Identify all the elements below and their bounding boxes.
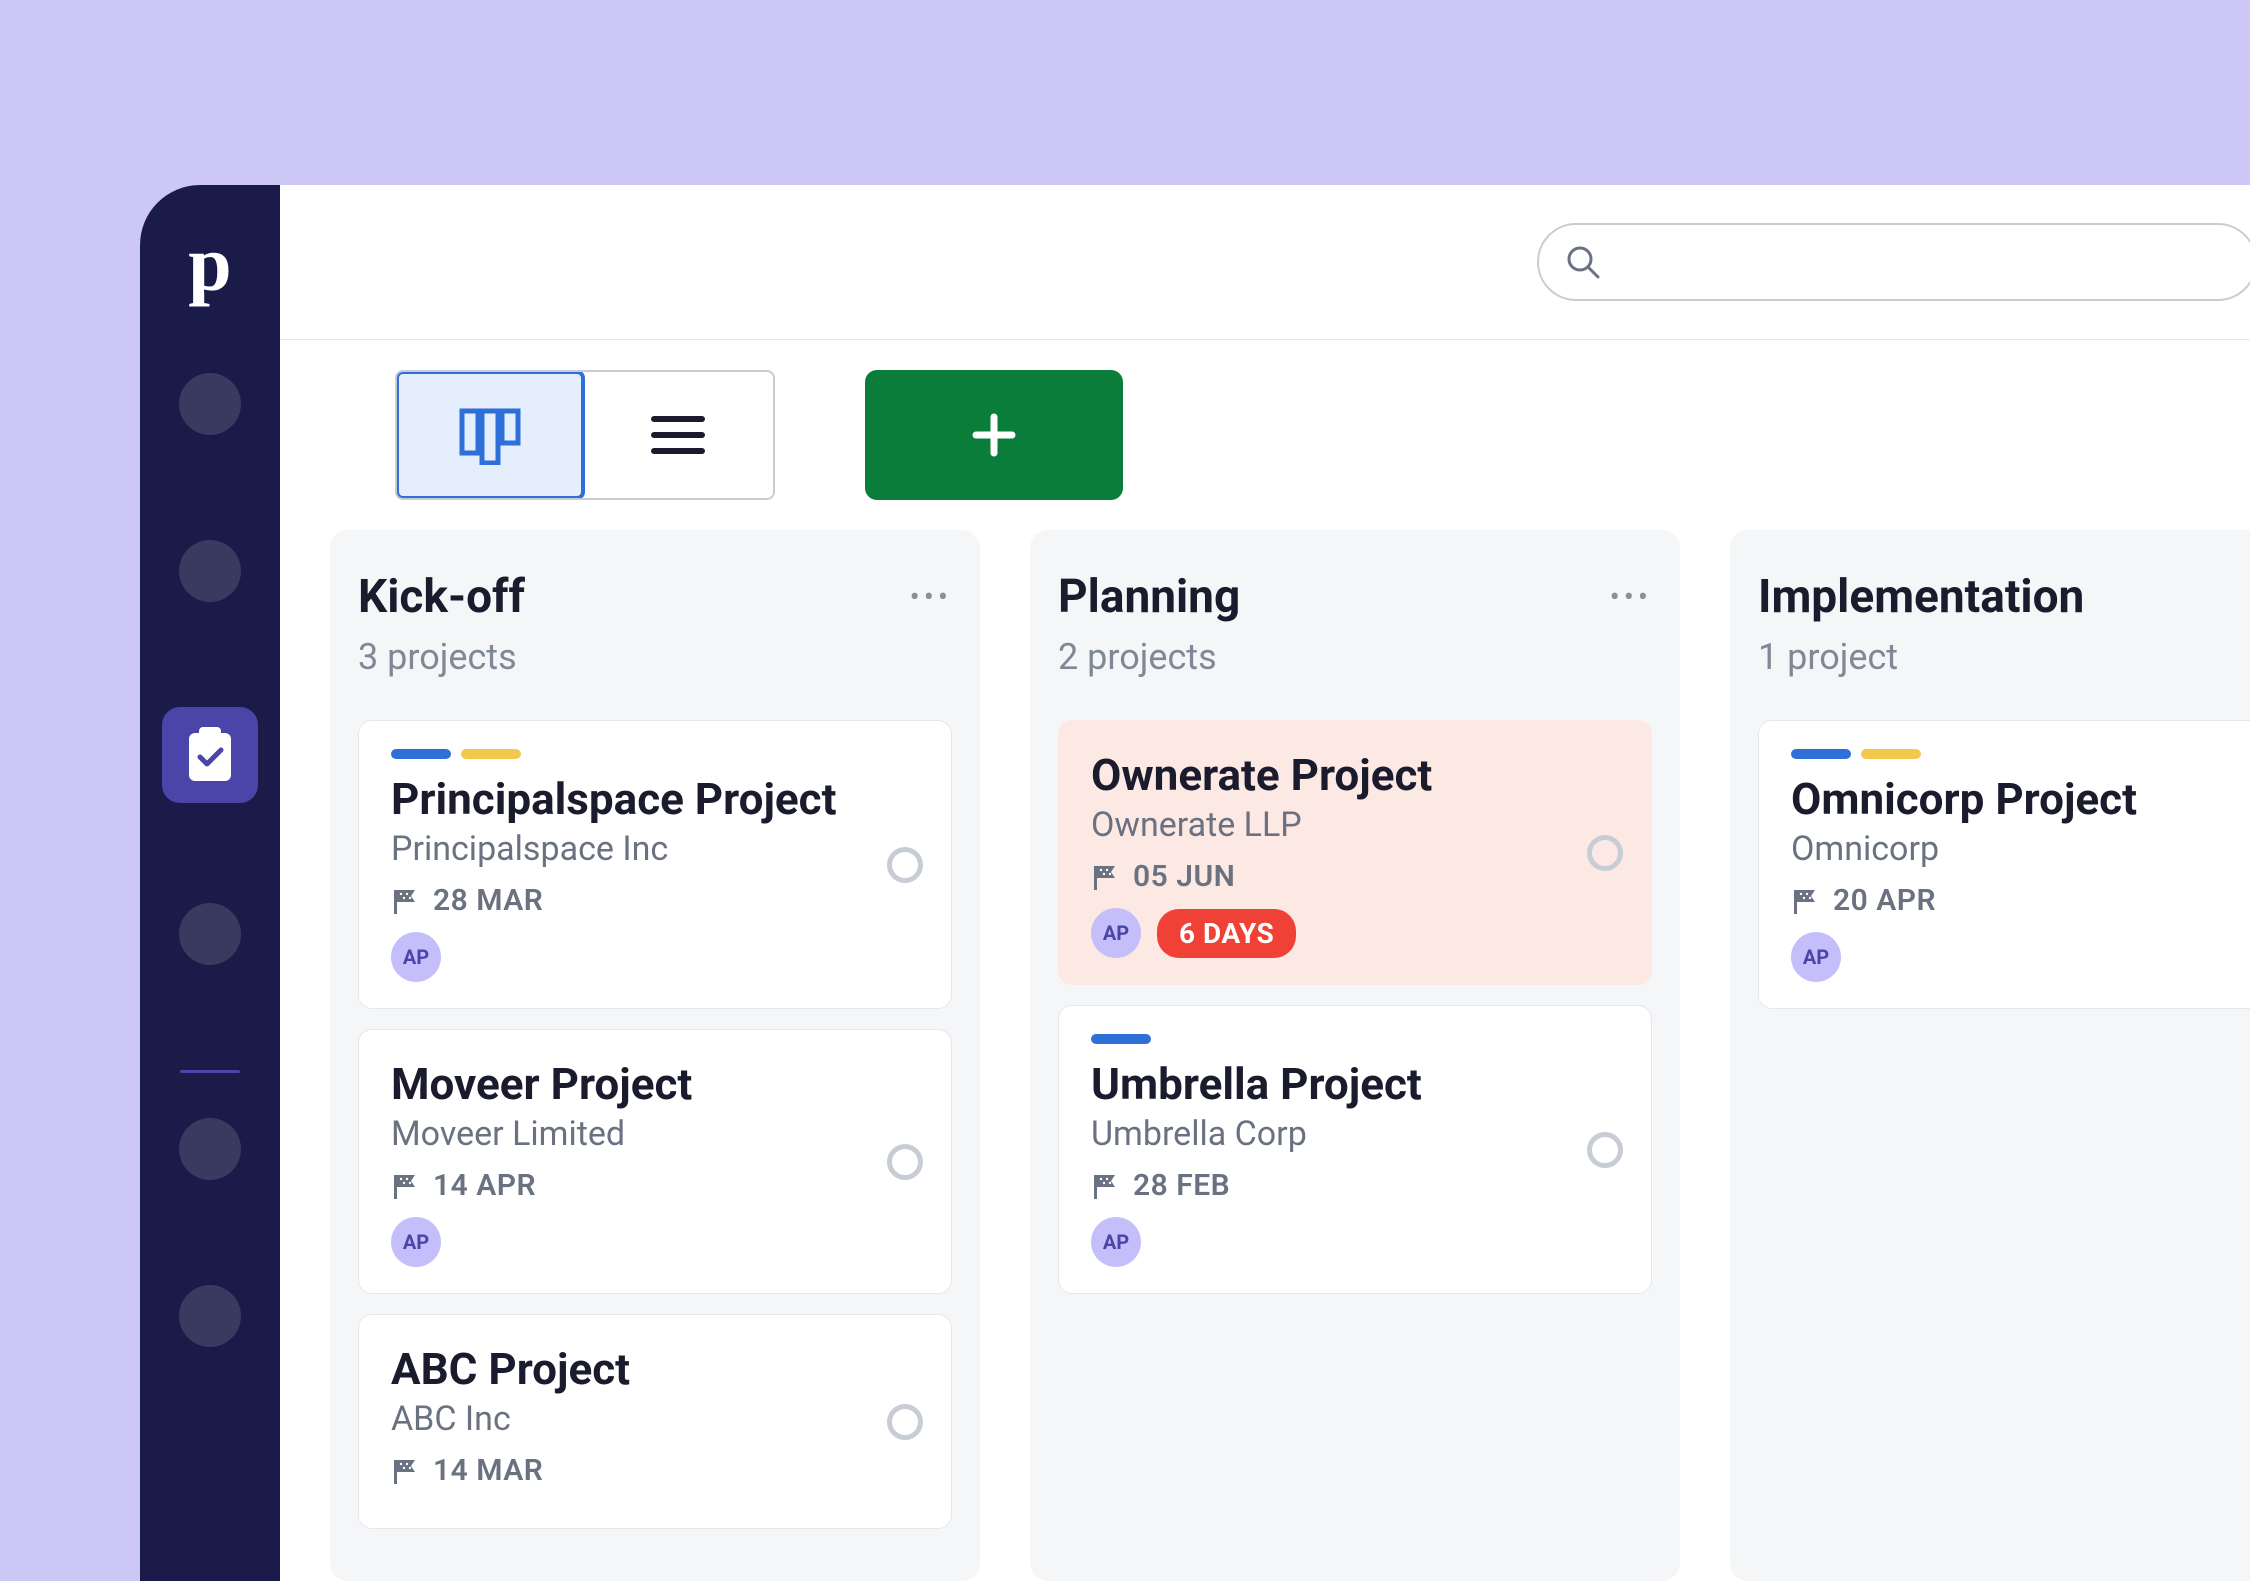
owner-avatar[interactable]: AP <box>1791 932 1841 982</box>
project-card[interactable]: Omnicorp ProjectOmnicorp 20 APR AP <box>1758 720 2250 1009</box>
column-subtitle: 1 project <box>1758 636 2250 678</box>
kanban-board: Kick-off ••• 3 projects Principalspace Proj… <box>280 530 2250 1581</box>
card-org: Omnicorp <box>1791 829 2250 869</box>
column-more-button[interactable]: ••• <box>910 570 952 615</box>
label-pip <box>1791 749 1851 759</box>
main-area: Kick-off ••• 3 projects Principalspace Proj… <box>280 185 2250 1581</box>
flag-icon <box>1791 887 1819 915</box>
overdue-badge: 6 DAYS <box>1157 909 1296 958</box>
status-toggle[interactable] <box>887 1144 923 1180</box>
card-date-row: 05 JUN <box>1091 859 1619 894</box>
owner-avatar[interactable]: AP <box>1091 1217 1141 1267</box>
label-pip <box>1091 1034 1151 1044</box>
card-owner-row: AP <box>1091 1217 1619 1267</box>
card-date-row: 14 APR <box>391 1168 919 1203</box>
project-card[interactable]: Moveer ProjectMoveer Limited 14 APR AP <box>358 1029 952 1294</box>
project-card[interactable]: Principalspace ProjectPrincipalspace Inc… <box>358 720 952 1009</box>
card-title: Omnicorp Project <box>1791 773 2250 825</box>
card-date-row: 20 APR <box>1791 883 2250 918</box>
card-title: ABC Project <box>391 1343 919 1395</box>
card-owner-row: AP <box>391 1217 919 1267</box>
card-date-row: 28 MAR <box>391 883 919 918</box>
card-org: ABC Inc <box>391 1399 919 1439</box>
sidebar-nav-item-4[interactable] <box>179 903 241 965</box>
app-logo[interactable]: p <box>188 225 231 303</box>
topbar <box>280 185 2250 340</box>
card-date: 05 JUN <box>1133 859 1235 894</box>
card-labels <box>391 749 919 759</box>
status-toggle[interactable] <box>887 1404 923 1440</box>
card-title: Ownerate Project <box>1091 749 1619 801</box>
column-subtitle: 2 projects <box>1058 636 1652 678</box>
board-icon <box>458 405 522 465</box>
project-card[interactable]: Ownerate ProjectOwnerate LLP 05 JUN AP 6 DA… <box>1058 720 1652 985</box>
flag-icon <box>391 1457 419 1485</box>
list-icon <box>650 411 706 459</box>
search-input[interactable] <box>1537 223 2250 301</box>
project-card[interactable]: ABC ProjectABC Inc 14 MAR <box>358 1314 952 1529</box>
flag-icon <box>1091 863 1119 891</box>
card-owner-row: AP <box>391 932 919 982</box>
sidebar-nav-projects[interactable] <box>162 707 258 803</box>
card-owner-row: AP 6 DAYS <box>1091 908 1619 958</box>
flag-icon <box>391 887 419 915</box>
board-column: Implementation 1 project Omnicorp ProjectO… <box>1730 530 2250 1581</box>
board-column: Kick-off ••• 3 projects Principalspace Proj… <box>330 530 980 1581</box>
project-card[interactable]: Umbrella ProjectUmbrella Corp 28 FEB AP <box>1058 1005 1652 1294</box>
card-org: Ownerate LLP <box>1091 805 1619 845</box>
add-project-button[interactable] <box>865 370 1123 500</box>
card-owner-row: AP <box>1791 932 2250 982</box>
card-labels <box>1091 1034 1619 1044</box>
view-toggle <box>395 370 775 500</box>
card-date: 20 APR <box>1833 883 1936 918</box>
sidebar-divider <box>180 1070 240 1073</box>
card-title: Moveer Project <box>391 1058 919 1110</box>
card-date-row: 14 MAR <box>391 1453 919 1488</box>
card-title: Principalspace Project <box>391 773 919 825</box>
search-icon <box>1564 243 1602 281</box>
board-view-button[interactable] <box>395 370 585 500</box>
status-toggle[interactable] <box>1587 1132 1623 1168</box>
board-column: Planning ••• 2 projects Ownerate ProjectOwn… <box>1030 530 1680 1581</box>
card-labels <box>1791 749 2250 759</box>
owner-avatar[interactable]: AP <box>391 932 441 982</box>
flag-icon <box>391 1172 419 1200</box>
card-title: Umbrella Project <box>1091 1058 1619 1110</box>
toolbar <box>280 340 2250 530</box>
card-date-row: 28 FEB <box>1091 1168 1619 1203</box>
owner-avatar[interactable]: AP <box>1091 908 1141 958</box>
column-title: Planning <box>1058 570 1240 624</box>
flag-icon <box>1091 1172 1119 1200</box>
card-date: 14 MAR <box>433 1453 543 1488</box>
sidebar-nav-item-5[interactable] <box>179 1118 241 1180</box>
card-date: 28 FEB <box>1133 1168 1230 1203</box>
label-pip <box>1861 749 1921 759</box>
status-toggle[interactable] <box>1587 835 1623 871</box>
app-frame: p <box>140 185 2250 1581</box>
sidebar: p <box>140 185 280 1581</box>
card-date: 28 MAR <box>433 883 543 918</box>
card-date: 14 APR <box>433 1168 536 1203</box>
sidebar-nav-item-6[interactable] <box>179 1285 241 1347</box>
status-toggle[interactable] <box>887 847 923 883</box>
column-title: Implementation <box>1758 570 2084 624</box>
card-org: Moveer Limited <box>391 1114 919 1154</box>
sidebar-nav-item-1[interactable] <box>179 373 241 435</box>
sidebar-nav-item-2[interactable] <box>179 540 241 602</box>
column-more-button[interactable]: ••• <box>1610 570 1652 615</box>
label-pip <box>391 749 451 759</box>
owner-avatar[interactable]: AP <box>391 1217 441 1267</box>
card-org: Umbrella Corp <box>1091 1114 1619 1154</box>
plus-icon <box>968 409 1020 461</box>
list-view-button[interactable] <box>583 372 773 498</box>
label-pip <box>461 749 521 759</box>
clipboard-check-icon <box>185 727 235 783</box>
card-org: Principalspace Inc <box>391 829 919 869</box>
column-title: Kick-off <box>358 570 525 624</box>
column-subtitle: 3 projects <box>358 636 952 678</box>
